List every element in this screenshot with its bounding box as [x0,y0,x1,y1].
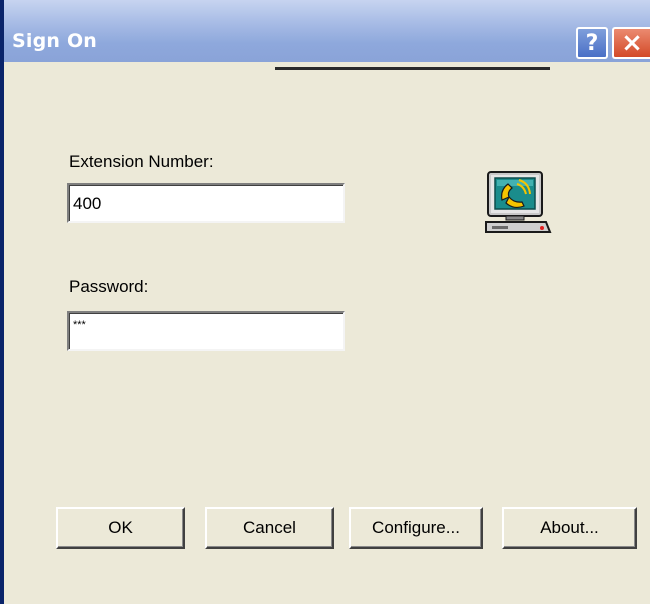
title-bar[interactable]: Sign On ? × [4,0,650,62]
about-button[interactable]: About... [502,507,637,549]
window-title: Sign On [12,30,98,52]
password-input[interactable]: *** [67,311,345,351]
close-icon: × [621,28,643,58]
extension-number-input[interactable]: 400 [67,183,345,223]
cancel-button[interactable]: Cancel [205,507,334,549]
help-button[interactable]: ? [576,27,608,59]
close-button[interactable]: × [612,27,650,59]
configure-button[interactable]: Configure... [349,507,483,549]
help-icon: ? [585,30,599,56]
sign-on-dialog: Sign On ? × Extension Number: 400 Passwo… [0,0,650,604]
extension-number-label: Extension Number: [69,152,214,171]
divider-line [275,67,550,70]
computer-phone-icon [485,171,552,233]
ok-button[interactable]: OK [56,507,185,549]
password-label: Password: [69,277,149,296]
